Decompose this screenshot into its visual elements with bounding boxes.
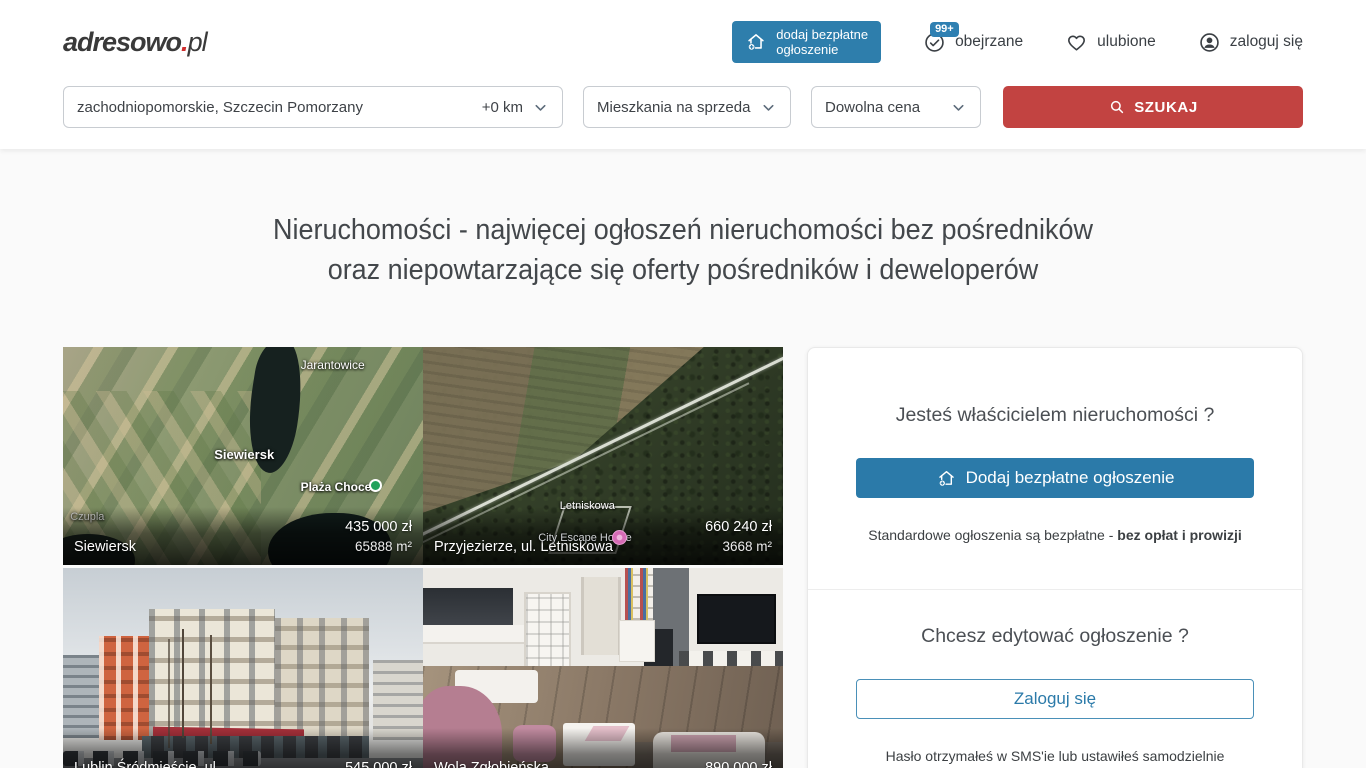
nav-item-login[interactable]: zaloguj się: [1198, 31, 1303, 54]
listing-card-siewiersk[interactable]: Jarantowice Siewiersk Plaża Choceń Czupl…: [63, 347, 423, 565]
add-free-listing-button[interactable]: Dodaj bezpłatne ogłoszenie: [856, 458, 1254, 498]
add-listing-button[interactable]: dodaj bezpłatne ogłoszenie: [732, 21, 881, 63]
dresser-shape: [619, 620, 655, 661]
listing-price: 545 000 zł: [345, 760, 412, 768]
tree-shape: [182, 629, 184, 738]
listing-name: Wola Zgłobieńska: [434, 758, 549, 768]
cabinet-shape: [524, 592, 571, 673]
kitchen-shape: [423, 588, 513, 625]
logo[interactable]: adresowo.pl: [63, 27, 207, 58]
listing-name: Siewiersk: [74, 537, 136, 557]
viewed-label: obejrzane: [955, 33, 1023, 51]
edit-note: Hasło otrzymałeś w SMS'ie lub ustawiłeś …: [856, 748, 1254, 764]
nav-item-viewed[interactable]: 99+ obejrzane: [923, 31, 1023, 54]
logo-main: adresowo: [63, 27, 181, 58]
price-value: Dowolna cena: [825, 99, 950, 116]
page-title: Nieruchomości - najwięcej ogłoszeń nieru…: [48, 210, 1318, 290]
listing-price-area: 890 000 zł: [705, 758, 772, 768]
search-bar: zachodniopomorskie, Szczecin Pomorzany +…: [63, 86, 1303, 128]
listing-overlay: Wola Zgłobieńska 890 000 zł: [423, 728, 783, 768]
owner-note: Standardowe ogłoszenia są bezpłatne - be…: [856, 527, 1254, 543]
listing-price-area: 660 240 zł 3668 m²: [705, 517, 772, 557]
edit-heading: Chcesz edytować ogłoszenie ?: [856, 625, 1254, 648]
house-add-icon: [745, 31, 767, 53]
building-shape: [63, 655, 103, 738]
map-pin-green-icon: [369, 479, 382, 492]
viewed-icon-wrap: 99+: [923, 31, 946, 54]
nav-item-favorites[interactable]: ulubione: [1065, 31, 1156, 54]
add-listing-label: dodaj bezpłatne ogłoszenie: [776, 27, 868, 57]
edit-section: Chcesz edytować ogłoszenie ? Zaloguj się…: [808, 589, 1302, 768]
header-actions: dodaj bezpłatne ogłoszenie 99+ obejrzane: [732, 21, 1303, 63]
location-input[interactable]: zachodniopomorskie, Szczecin Pomorzany +…: [63, 86, 563, 128]
map-town-label: Jarantowice: [301, 358, 365, 372]
house-add-icon: [936, 468, 957, 489]
listing-overlay: Lublin Śródmieście, ul. 545 000 zł: [63, 728, 423, 768]
favorites-label: ulubione: [1097, 33, 1156, 51]
owner-section: Jesteś właścicielem nieruchomości ? Doda…: [808, 348, 1302, 589]
listing-area: 65888 m²: [355, 539, 412, 554]
building-shape: [99, 636, 157, 741]
property-type-value: Mieszkania na sprzeda: [597, 99, 760, 116]
listing-grid: Jarantowice Siewiersk Plaża Choceń Czupl…: [63, 347, 783, 768]
listing-price: 435 000 zł: [345, 519, 412, 535]
listing-name: Lublin Śródmieście, ul.: [74, 758, 220, 768]
location-value: zachodniopomorskie, Szczecin Pomorzany: [77, 99, 482, 116]
building-shape: [275, 618, 369, 744]
hallway-shape: [581, 577, 621, 655]
viewed-count-badge: 99+: [930, 22, 959, 37]
listing-price: 660 240 zł: [705, 519, 772, 535]
add-free-listing-label: Dodaj bezpłatne ogłoszenie: [966, 468, 1175, 488]
chevron-down-icon: [950, 99, 967, 116]
owner-panel: Jesteś właścicielem nieruchomości ? Doda…: [807, 347, 1303, 768]
listing-price-area: 435 000 zł 65888 m²: [345, 517, 412, 557]
listing-overlay: Siewiersk 435 000 zł 65888 m²: [63, 507, 423, 565]
listing-price: 890 000 zł: [705, 760, 772, 768]
listing-card-przyjezierze[interactable]: Letniskowa City Escape House Przyjezierz…: [423, 347, 783, 565]
owner-heading: Jesteś właścicielem nieruchomości ?: [856, 404, 1254, 427]
user-circle-icon: [1198, 31, 1221, 54]
main-content: Jarantowice Siewiersk Plaża Choceń Czupl…: [63, 347, 1303, 768]
price-select[interactable]: Dowolna cena: [811, 86, 981, 128]
login-label: zaloguj się: [1230, 33, 1303, 51]
search-icon: [1108, 98, 1126, 116]
search-button[interactable]: SZUKAJ: [1003, 86, 1303, 128]
hero-section: Nieruchomości - najwięcej ogłoszeń nieru…: [0, 210, 1366, 290]
top-navigation: adresowo.pl dodaj bezpłatne ogłoszenie: [63, 21, 1303, 63]
listing-price-area: 545 000 zł: [345, 758, 412, 768]
property-type-select[interactable]: Mieszkania na sprzeda: [583, 86, 791, 128]
heart-icon: [1065, 31, 1088, 54]
radius-select[interactable]: +0 km: [482, 99, 523, 116]
login-button[interactable]: Zaloguj się: [856, 679, 1254, 719]
logo-tld: pl: [188, 27, 207, 58]
chevron-down-icon: [760, 99, 777, 116]
listing-card-lublin[interactable]: Lublin Śródmieście, ul. 545 000 zł: [63, 568, 423, 768]
chevron-down-icon: [532, 99, 549, 116]
listing-card-wola[interactable]: Wola Zgłobieńska 890 000 zł: [423, 568, 783, 768]
tv-shape: [697, 594, 776, 644]
owner-note-bold: bez opłat i prowizji: [1117, 527, 1241, 543]
map-town-label: Siewiersk: [214, 447, 274, 462]
header: adresowo.pl dodaj bezpłatne ogłoszenie: [0, 0, 1366, 149]
login-button-label: Zaloguj się: [1014, 689, 1096, 709]
map-poi-label: Plaża Choceń: [301, 480, 379, 494]
search-button-label: SZUKAJ: [1134, 99, 1198, 116]
counter-shape: [423, 625, 527, 645]
listing-area: 3668 m²: [722, 539, 772, 554]
